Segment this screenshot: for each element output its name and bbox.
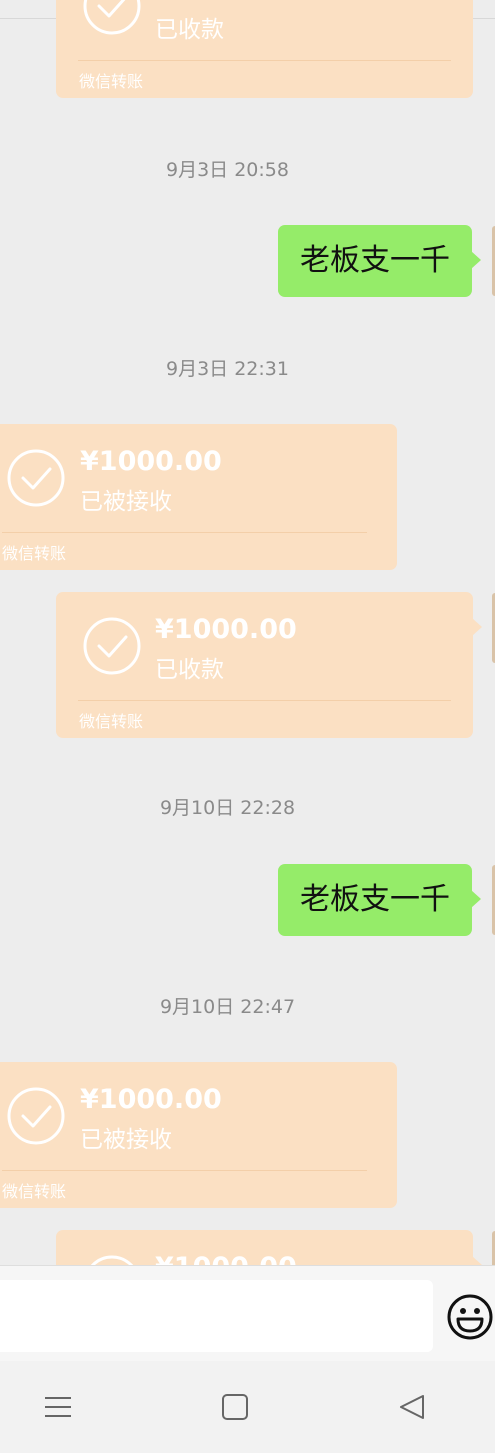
transfer-amount: ¥1000.00 — [80, 446, 222, 477]
message-input[interactable] — [0, 1280, 433, 1352]
divider — [78, 700, 451, 701]
timestamp: 9月10日 22:47 — [159, 996, 296, 1018]
transfer-amount: ¥1000.00 — [80, 1084, 222, 1115]
check-circle-icon — [7, 1087, 65, 1145]
transfer-status: 已收款 — [155, 17, 224, 43]
emoji-icon[interactable] — [446, 1293, 494, 1341]
input-bar — [0, 1265, 495, 1362]
transfer-card-partial[interactable]: ¥1000.00 — [56, 1230, 482, 1265]
transfer-card-accepted[interactable]: ¥1000.00 已被接收 微信转账 — [0, 1062, 397, 1208]
transfer-status: 已被接收 — [80, 489, 172, 515]
transfer-amount: ¥1000.00 — [155, 614, 297, 645]
transfer-label: 微信转账 — [2, 544, 67, 563]
check-circle-icon — [90, 1255, 134, 1265]
timestamp: 9月10日 22:28 — [159, 797, 296, 819]
divider — [2, 1170, 367, 1171]
check-circle-icon — [7, 449, 65, 507]
system-nav-bar — [0, 1361, 495, 1453]
timestamp: 9月3日 22:31 — [166, 358, 289, 380]
sent-message-bubble[interactable]: 老板支一千 — [278, 864, 481, 936]
sent-message-bubble[interactable]: 老板支一千 — [278, 225, 481, 297]
transfer-card-accepted[interactable]: ¥1000.00 已被接收 微信转账 — [0, 424, 397, 570]
menu-icon[interactable] — [42, 1391, 74, 1423]
divider — [2, 532, 367, 533]
transfer-label: 微信转账 — [2, 1182, 67, 1201]
divider — [78, 60, 451, 61]
timestamp: 9月3日 20:58 — [166, 159, 289, 181]
transfer-amount: ¥1000.00 — [155, 1252, 297, 1265]
transfer-status: 已收款 — [155, 657, 224, 683]
back-triangle-icon[interactable] — [396, 1391, 428, 1423]
chat-messages[interactable]: 已收款 微信转账 9月3日 20:58 老板支一千 9月3日 22:31 ¥10… — [0, 0, 495, 1265]
check-circle-icon — [83, 0, 141, 35]
check-circle-icon — [83, 617, 141, 675]
transfer-status: 已被接收 — [80, 1127, 172, 1153]
transfer-label: 微信转账 — [79, 712, 144, 731]
home-square-icon[interactable] — [219, 1391, 251, 1423]
transfer-card-received[interactable]: 已收款 微信转账 — [56, 0, 473, 98]
transfer-card-received[interactable]: ¥1000.00 已收款 微信转账 — [56, 592, 482, 738]
transfer-label: 微信转账 — [79, 72, 144, 91]
